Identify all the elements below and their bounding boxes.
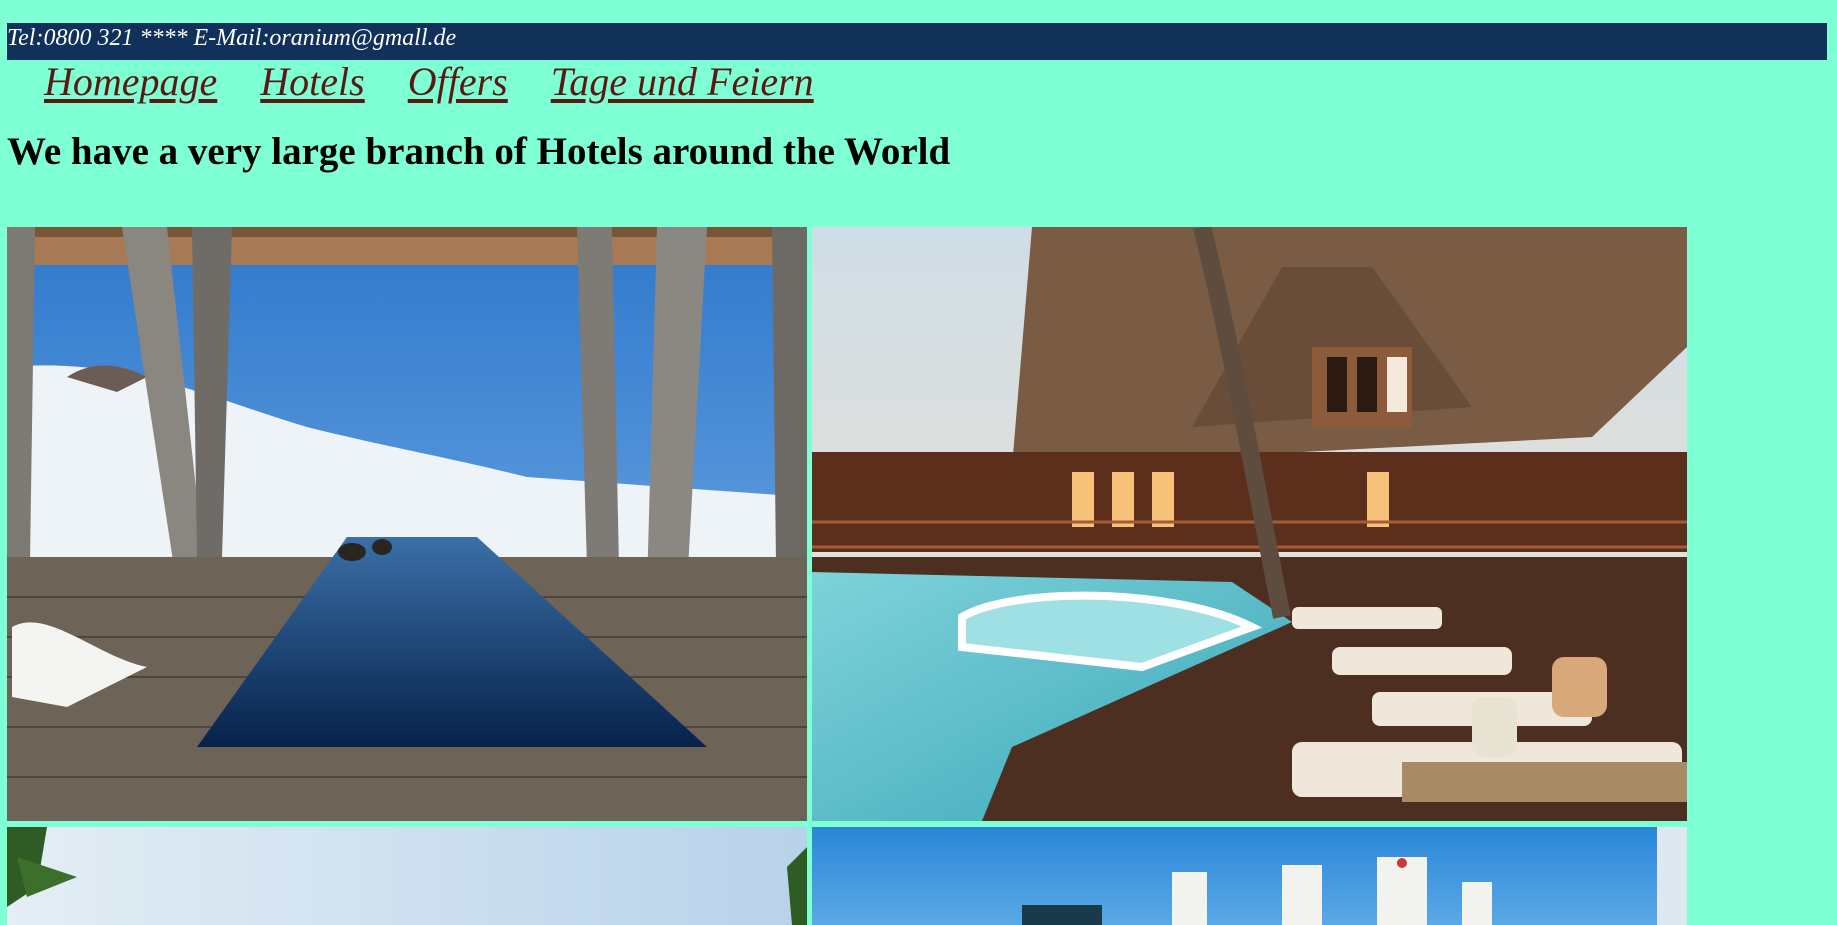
- hotel-photo-tropical: [7, 827, 807, 925]
- main-nav: Homepage Hotels Offers Tage und Feiern: [44, 58, 814, 105]
- nav-link-hotels[interactable]: Hotels: [260, 58, 364, 105]
- page-heading: We have a very large branch of Hotels ar…: [7, 130, 951, 173]
- hotel-photo-resort-lodge: [812, 227, 1687, 821]
- nav-link-tage-und-feiern[interactable]: Tage und Feiern: [551, 58, 814, 105]
- hotel-photo-skyline: [812, 827, 1687, 925]
- nav-link-offers[interactable]: Offers: [408, 58, 508, 105]
- hotel-photo-snow-pool: [7, 227, 807, 821]
- nav-link-homepage[interactable]: Homepage: [44, 58, 217, 105]
- contact-text: Tel:0800 321 **** E-Mail:oranium@gmall.d…: [7, 25, 457, 51]
- contact-bar: Tel:0800 321 **** E-Mail:oranium@gmall.d…: [7, 23, 1827, 60]
